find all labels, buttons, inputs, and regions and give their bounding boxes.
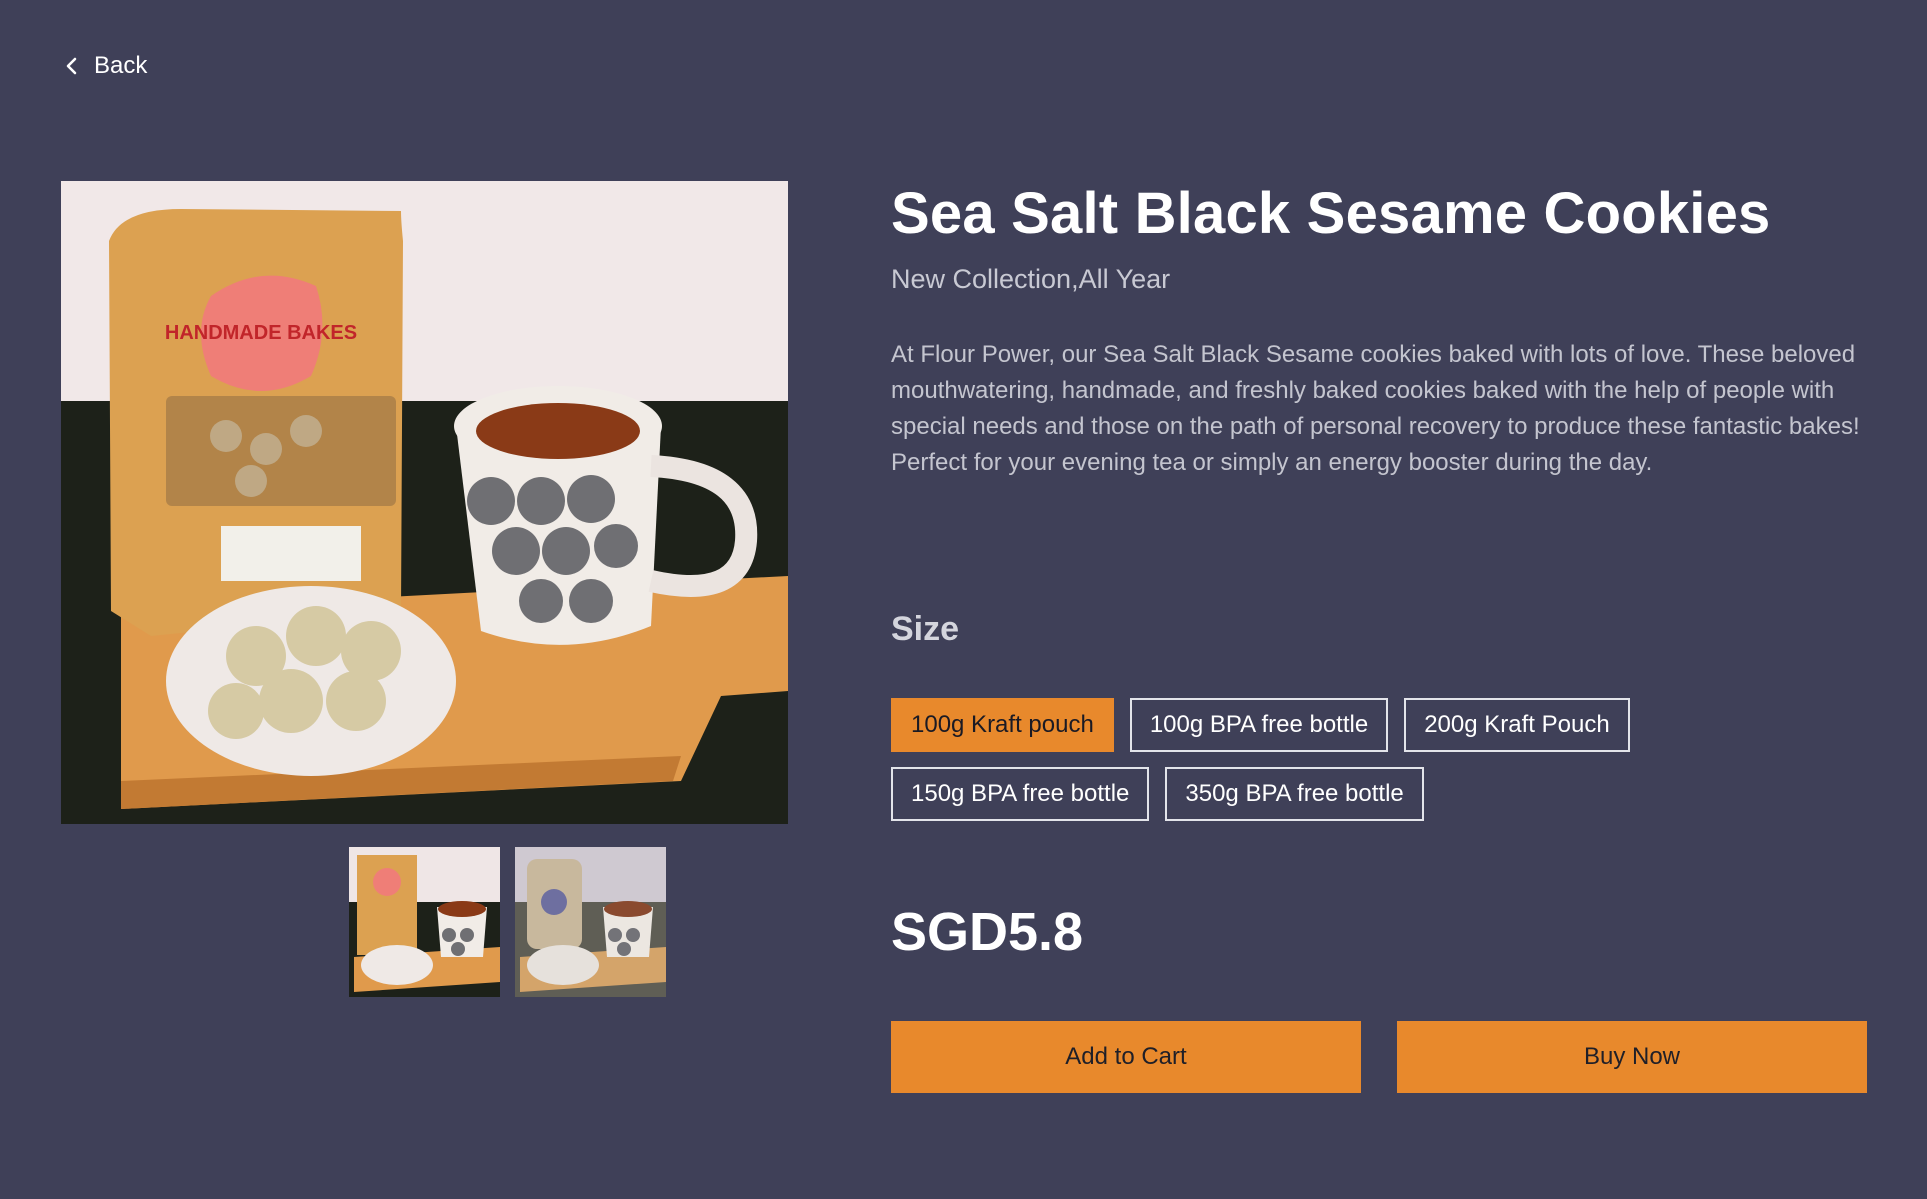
back-label: Back — [94, 52, 148, 79]
buy-now-button[interactable]: Buy Now — [1397, 1021, 1867, 1093]
add-to-cart-button[interactable]: Add to Cart — [891, 1021, 1361, 1093]
product-description: At Flour Power, our Sea Salt Black Sesam… — [891, 341, 1860, 476]
size-option-200g-kraft-pouch[interactable]: 200g Kraft Pouch — [1404, 698, 1630, 752]
pouch-label-text: HANDMADE BAKES — [165, 322, 357, 344]
size-option-150g-bpa-bottle[interactable]: 150g BPA free bottle — [891, 767, 1150, 821]
purchase-actions: Add to Cart Buy Now — [891, 1021, 1867, 1093]
product-price: SGD5.8 — [891, 902, 1084, 962]
chevron-left-icon — [66, 57, 77, 75]
back-button[interactable]: Back — [62, 52, 147, 80]
size-option-350g-bpa-bottle[interactable]: 350g BPA free bottle — [1165, 767, 1424, 821]
thumbnail-1[interactable] — [349, 847, 500, 997]
size-heading: Size — [891, 610, 960, 648]
size-option-100g-kraft-pouch[interactable]: 100g Kraft pouch — [891, 698, 1114, 752]
product-info: Sea Salt Black Sesame Cookies New Collec… — [891, 176, 1871, 1093]
product-page: Back HANDMADE BAKES Sea Salt Black Sesam… — [0, 0, 1927, 1199]
thumbnail-strip — [349, 847, 666, 997]
product-collection: New Collection,All Year — [891, 264, 1171, 294]
size-option-100g-bpa-bottle[interactable]: 100g BPA free bottle — [1129, 698, 1389, 752]
size-options: 100g Kraft pouch 100g BPA free bottle 20… — [891, 698, 1741, 821]
product-main-image: HANDMADE BAKES — [61, 181, 788, 824]
product-title: Sea Salt Black Sesame Cookies — [891, 181, 1771, 246]
thumbnail-2[interactable] — [515, 847, 666, 997]
